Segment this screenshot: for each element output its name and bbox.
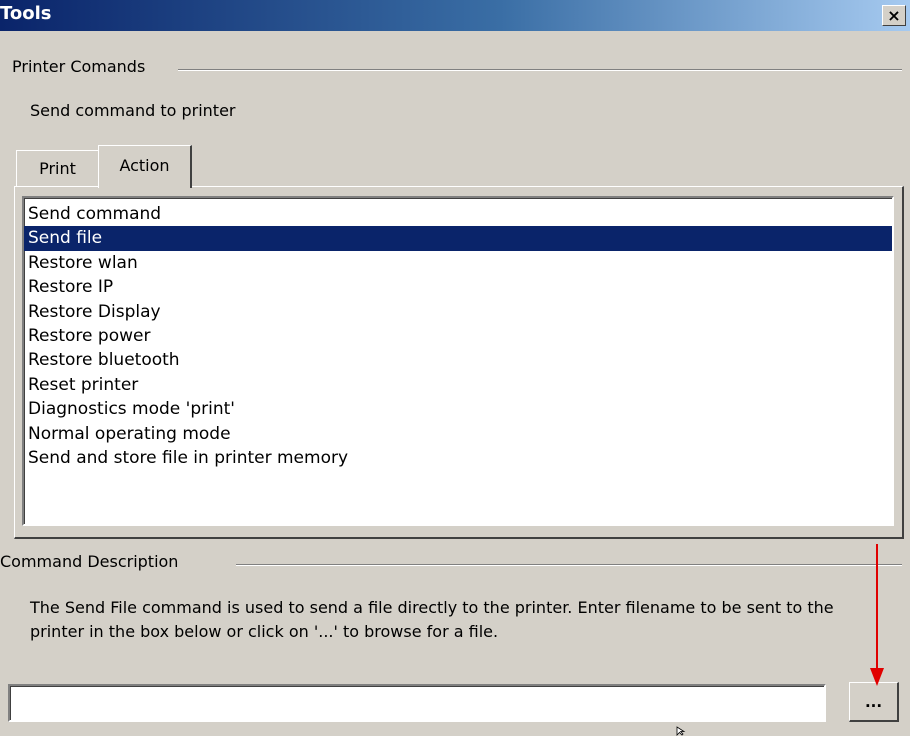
title-bar[interactable]: Tools ×	[0, 0, 910, 31]
printer-group-subtitle: Send command to printer	[30, 101, 236, 120]
close-icon: ×	[887, 6, 901, 25]
list-item[interactable]: Restore Display	[24, 300, 892, 324]
mouse-cursor-icon	[676, 726, 686, 736]
printer-group-divider	[178, 69, 902, 71]
list-item[interactable]: Restore power	[24, 324, 892, 348]
red-arrow-head-icon	[870, 668, 884, 686]
printer-group-label: Printer Comands	[12, 57, 154, 76]
red-arrow-icon	[876, 544, 878, 672]
list-item[interactable]: Restore bluetooth	[24, 348, 892, 372]
list-item[interactable]: Send and store file in printer memory	[24, 446, 892, 470]
window-title: Tools	[0, 3, 52, 24]
list-item-selected[interactable]: Send file	[24, 226, 892, 251]
action-listbox[interactable]: Send command Send file Restore wlan Rest…	[22, 196, 894, 526]
list-item[interactable]: Restore IP	[24, 275, 892, 299]
list-item[interactable]: Restore wlan	[24, 251, 892, 275]
tab-action[interactable]: Action	[98, 145, 192, 188]
description-group-divider	[236, 564, 902, 566]
list-item[interactable]: Send command	[24, 202, 892, 226]
tab-print[interactable]: Print	[16, 150, 100, 186]
browse-button[interactable]: ...	[849, 682, 899, 722]
filename-input[interactable]	[8, 684, 826, 722]
list-item[interactable]: Reset printer	[24, 373, 892, 397]
list-item[interactable]: Diagnostics mode 'print'	[24, 397, 892, 421]
description-group-label: Command Description	[0, 552, 187, 571]
list-item[interactable]: Normal operating mode	[24, 422, 892, 446]
command-description: The Send File command is used to send a …	[30, 598, 834, 641]
close-button[interactable]: ×	[882, 5, 906, 26]
